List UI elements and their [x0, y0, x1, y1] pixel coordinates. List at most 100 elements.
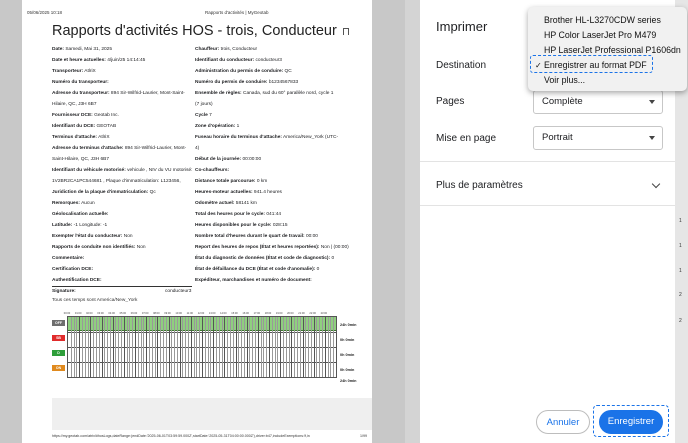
graph-grid-line	[93, 317, 95, 377]
report-field-row: Identifiant du DCE: GEOTAB	[52, 121, 202, 132]
report-field-row: Adresse du terminus d'attache: 894 Sir-W…	[52, 143, 202, 154]
report-field-row: Commentaire:	[52, 253, 202, 264]
graph-grid-line	[101, 317, 103, 377]
graph-grid-line	[316, 317, 318, 377]
graph-grid-line	[324, 317, 326, 377]
report-field-row: Juridiction de la plaque d'immatriculati…	[52, 187, 202, 198]
graph-grid-line	[162, 317, 164, 377]
graph-hour-label: 21:00	[298, 312, 305, 315]
destination-option-see-more[interactable]: Voir plus...	[544, 75, 585, 85]
graph-grid-line	[302, 317, 304, 377]
graph-grid-line	[151, 317, 153, 377]
graph-grid-line	[95, 317, 97, 377]
report-field-value: 894 Sir-Wilfrid-Laurier, Mont-Saint-	[109, 91, 185, 96]
report-field-value: 58141 km	[234, 201, 257, 206]
duty-status-graph: 00:00 01:00 02:00 03:00 04:00 05:00 06:00 07:00…	[52, 312, 372, 388]
graph-hour-label: 20:00	[287, 312, 294, 315]
print-title: Imprimer	[436, 19, 488, 34]
cancel-button[interactable]: Annuler	[536, 410, 590, 434]
report-field-label: Total des heures pour le cycle:	[195, 212, 266, 217]
graph-grid-line	[168, 317, 170, 377]
destination-option[interactable]: HP LaserJet Professional P1606dn	[544, 45, 681, 55]
graph-grid-line	[84, 317, 86, 377]
graph-grid-line	[296, 317, 298, 377]
graph-grid-line	[330, 317, 332, 377]
strip-mark: 1	[679, 218, 682, 224]
report-field-row: Co-chauffeurs:	[195, 165, 370, 176]
report-field-value: b1234567833	[267, 80, 299, 85]
report-field-value: 7	[207, 113, 212, 118]
report-field-label: Rapports de conduite non identifiés:	[52, 245, 136, 250]
graph-grid-line	[269, 317, 270, 377]
report-field-value: 4)	[195, 146, 200, 151]
more-settings-toggle[interactable]: Plus de paramètres	[436, 180, 523, 191]
graph-hour-label: 07:00	[141, 312, 149, 315]
graph-grid-line	[118, 317, 120, 377]
graph-hour-label: 00:00	[63, 312, 71, 315]
graph-row-label: D	[52, 350, 65, 356]
report-field-row: Heures disponibles pour le cycle: 028:15	[195, 220, 370, 231]
report-field-value: AtlriX	[83, 69, 96, 74]
chevron-down-icon[interactable]	[651, 179, 661, 189]
report-field-value: Samedi, Mai 31, 2025	[64, 47, 112, 52]
page-header-center: Rapports d'activités | MyGeotab	[205, 10, 269, 15]
report-field-value: 1	[235, 124, 240, 129]
report-field-value: Non	[122, 234, 133, 239]
report-field-label: Odomètre actuel:	[195, 201, 235, 206]
strip-mark: 2	[679, 292, 682, 298]
report-field-row: Terminus d'attache: AtlriX	[52, 132, 202, 143]
graph-grid-line	[274, 317, 276, 377]
report-field-value: Qc	[148, 190, 156, 195]
signature-line	[52, 286, 192, 287]
report-field-value: America/New_York (UTC-	[281, 135, 339, 140]
graph-row-label: OFF	[52, 320, 65, 326]
graph-grid-line	[280, 317, 282, 377]
graph-grid-line	[282, 317, 284, 377]
report-field-value: Canada, sud du 60° parallèle nord, cycle…	[241, 91, 334, 96]
destination-dropdown[interactable]: Brother HL-L3270CDW series HP Color Lase…	[528, 7, 687, 91]
report-field-row: Zone d'opération: 1	[195, 121, 370, 132]
report-field-row: Administration du permis de conduire: QC	[195, 66, 370, 77]
pages-select[interactable]: Complète	[533, 90, 663, 114]
report-field-label: Zone d'opération:	[195, 124, 236, 129]
graph-grid-line	[188, 317, 190, 377]
graph-grid-line	[285, 317, 287, 377]
report-field-label: Identifiant du conducteur:	[195, 58, 255, 63]
report-field-row: 1V2BR2CA1PC544681 , Plaque d'immatricula…	[52, 176, 202, 187]
report-field-label: Identifiant du véhicule motorisé:	[52, 168, 126, 173]
destination-option[interactable]: HP Color LaserJet Pro M479	[544, 30, 656, 40]
graph-grid-line	[204, 317, 206, 377]
report-field-label: Terminus d'attache:	[52, 135, 98, 140]
graph-grid-line	[260, 317, 262, 377]
graph-grid-line	[277, 317, 279, 377]
graph-grid-line	[202, 317, 203, 377]
report-field-row: Report des heures de repos (État et heur…	[195, 242, 370, 253]
footer-page-number: 1/99	[360, 434, 367, 438]
graph-grid-line	[313, 317, 315, 377]
graph-row-label: SB	[52, 335, 65, 341]
report-field-row: Hilaire, QC, J3H 6B7	[52, 99, 202, 110]
preview-page: 05/06/2025 10:18 Rapports d'activités | …	[22, 0, 372, 443]
report-field-label: Expéditeur, marchandises et numéro de do…	[195, 278, 312, 283]
report-field-value: (7 jours)	[195, 102, 213, 107]
layout-select[interactable]: Portrait	[533, 126, 663, 150]
report-field-label: Chauffeur:	[195, 47, 220, 52]
destination-option[interactable]: Brother HL-L3270CDW series	[544, 15, 661, 25]
graph-hour-label: 22:00	[309, 312, 316, 315]
graph-hour-label: 01:00	[74, 312, 82, 315]
graph-grid-line	[179, 317, 181, 377]
graph-row-total: 0h 0min	[340, 368, 355, 372]
graph-hour-label: 13:00	[208, 312, 216, 315]
graph-grid-line	[154, 317, 156, 377]
report-field-value: 941.4 heures	[252, 190, 282, 195]
report-field-value: 041:44	[265, 212, 282, 217]
preview-blank-block	[52, 398, 372, 430]
report-field-value: Non	[135, 245, 146, 250]
graph-row-total: 0h 0min	[340, 338, 355, 342]
graph-grid-line	[249, 317, 251, 377]
graph-grid-line	[213, 317, 215, 377]
graph-grid-line	[224, 317, 226, 377]
report-field-row: Date: Samedi, Mai 31, 2025	[52, 44, 202, 55]
report-field-value: 0	[330, 256, 335, 261]
graph-grid-line	[157, 317, 159, 377]
